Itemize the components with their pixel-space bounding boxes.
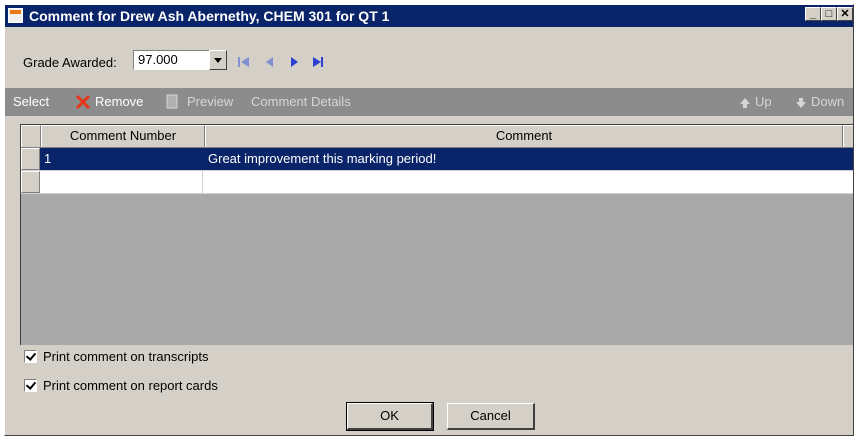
grade-awarded-label: Grade Awarded: bbox=[23, 55, 117, 70]
comment-number-cell[interactable] bbox=[44, 171, 203, 193]
minimize-button[interactable]: _ bbox=[805, 7, 821, 21]
up-arrow-icon bbox=[739, 96, 751, 114]
header-filler bbox=[843, 125, 853, 147]
move-up-button[interactable]: Up bbox=[755, 88, 772, 116]
column-header-comment[interactable]: Comment bbox=[205, 125, 843, 147]
close-button[interactable]: ✕ bbox=[837, 7, 853, 21]
comments-toolbar: Select Remove Preview Comment Details Up… bbox=[5, 88, 853, 116]
maximize-button[interactable]: □ bbox=[821, 7, 837, 21]
comments-grid: Comment Number Comment 1 Great improveme… bbox=[20, 124, 853, 345]
first-record-icon[interactable] bbox=[237, 55, 251, 67]
cancel-button[interactable]: Cancel bbox=[447, 403, 535, 430]
grade-dropdown-arrow[interactable] bbox=[209, 50, 227, 70]
move-down-button[interactable]: Down bbox=[811, 88, 844, 116]
column-header-comment-number[interactable]: Comment Number bbox=[41, 125, 205, 147]
remove-icon bbox=[75, 94, 91, 115]
comment-number-cell[interactable]: 1 bbox=[44, 148, 202, 170]
print-transcripts-checkbox[interactable] bbox=[24, 350, 37, 363]
last-record-icon[interactable] bbox=[311, 55, 325, 67]
ok-button[interactable]: OK bbox=[346, 402, 434, 431]
comment-details-button[interactable]: Comment Details bbox=[251, 88, 351, 116]
grade-awarded-select[interactable]: 97.000 bbox=[133, 50, 215, 70]
down-arrow-icon bbox=[795, 96, 807, 114]
window-icon bbox=[8, 8, 23, 23]
grid-header: Comment Number Comment bbox=[21, 125, 853, 148]
select-button[interactable]: Select bbox=[13, 88, 49, 116]
comment-cell[interactable] bbox=[208, 171, 838, 193]
previous-record-icon[interactable] bbox=[263, 55, 277, 67]
preview-button[interactable]: Preview bbox=[187, 88, 233, 116]
row-selector[interactable] bbox=[21, 148, 40, 170]
row-selector[interactable] bbox=[21, 171, 40, 193]
title-bar[interactable]: Comment for Drew Ash Abernethy, CHEM 301… bbox=[5, 5, 853, 27]
window-title: Comment for Drew Ash Abernethy, CHEM 301… bbox=[29, 8, 390, 24]
preview-icon bbox=[165, 94, 179, 115]
next-record-icon[interactable] bbox=[287, 55, 301, 67]
comment-cell[interactable]: Great improvement this marking period! bbox=[208, 148, 838, 170]
header-corner bbox=[21, 125, 41, 147]
comment-dialog: Comment for Drew Ash Abernethy, CHEM 301… bbox=[4, 4, 854, 436]
print-transcripts-label: Print comment on transcripts bbox=[43, 349, 209, 364]
remove-button[interactable]: Remove bbox=[95, 88, 143, 116]
table-row[interactable] bbox=[21, 171, 853, 194]
print-report-cards-label: Print comment on report cards bbox=[43, 378, 218, 393]
table-row[interactable]: 1 Great improvement this marking period! bbox=[21, 148, 853, 171]
print-report-cards-checkbox[interactable] bbox=[24, 379, 37, 392]
